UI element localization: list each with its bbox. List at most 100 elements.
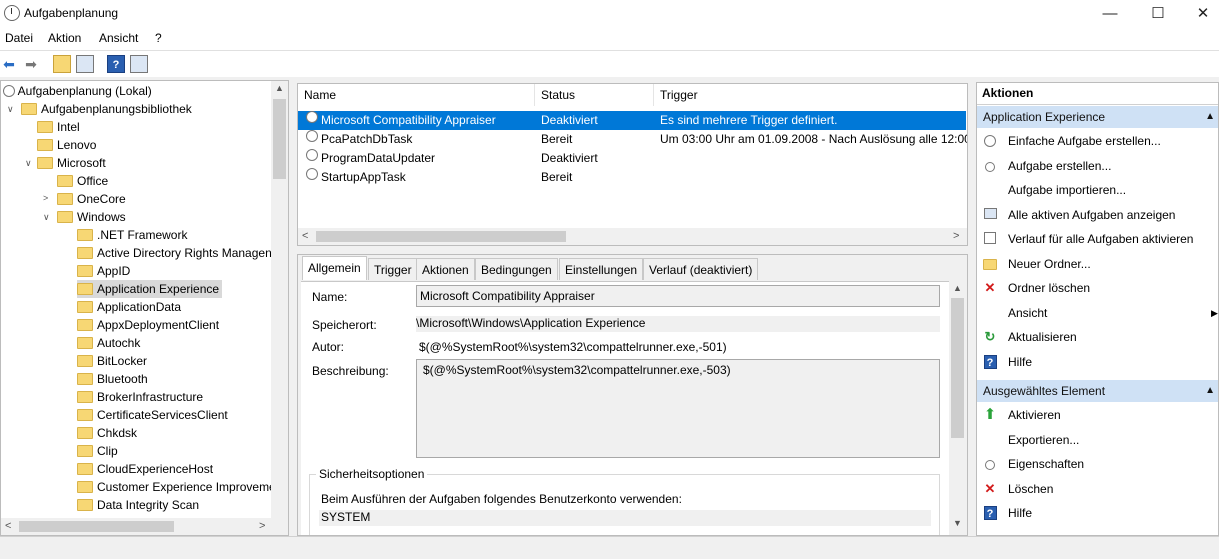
- menu-aktion[interactable]: Aktion: [48, 31, 81, 45]
- minimize-button[interactable]: —: [1087, 0, 1133, 28]
- chevron-left-icon[interactable]: <: [5, 520, 11, 532]
- action-item[interactable]: Aufgabe importieren...: [977, 178, 1218, 202]
- tree-item[interactable]: ApplicationData: [77, 298, 184, 316]
- scrollbar-thumb[interactable]: [316, 231, 566, 242]
- show-hide-action-pane-icon[interactable]: [130, 55, 148, 73]
- name-field[interactable]: Microsoft Compatibility Appraiser: [416, 285, 940, 307]
- menu-datei[interactable]: Datei: [5, 31, 33, 45]
- action-item[interactable]: ↻ Aktualisieren: [977, 325, 1218, 349]
- details-vertical-scrollbar[interactable]: ▲ ▼: [949, 281, 966, 535]
- tree-horizontal-scrollbar[interactable]: < >: [1, 518, 288, 535]
- task-row[interactable]: Microsoft Compatibility Appraiser Deakti…: [298, 111, 966, 130]
- task-list-horizontal-scrollbar[interactable]: < >: [298, 228, 967, 245]
- tree-item[interactable]: Office: [57, 172, 111, 190]
- chevron-down-icon[interactable]: ∨: [43, 212, 50, 223]
- tab-2[interactable]: Aktionen: [416, 258, 475, 280]
- menu-ansicht[interactable]: Ansicht: [99, 31, 138, 45]
- basic-task-icon: [983, 134, 997, 148]
- chevron-up-icon[interactable]: ▲: [275, 83, 284, 93]
- section-application-experience[interactable]: Application Experience ▲: [977, 106, 1218, 128]
- tree-item[interactable]: Lenovo: [37, 136, 99, 154]
- tree-item[interactable]: Application Experience: [77, 280, 223, 298]
- chevron-down-icon[interactable]: ∨: [25, 158, 32, 169]
- user-account-field: SYSTEM: [319, 510, 931, 526]
- tree-item[interactable]: Chkdsk: [77, 424, 140, 442]
- forward-arrow-icon[interactable]: ➡: [22, 55, 40, 73]
- tree-item[interactable]: AppID: [77, 262, 133, 280]
- actions-header: Aktionen: [977, 83, 1218, 105]
- show-hide-tree-icon[interactable]: [76, 55, 94, 73]
- task-row[interactable]: StartupAppTask Bereit: [298, 168, 966, 187]
- scrollbar-thumb[interactable]: [273, 99, 286, 179]
- tree-item[interactable]: CloudExperienceHost: [77, 460, 216, 478]
- tree-item[interactable]: Bluetooth: [77, 370, 151, 388]
- action-item[interactable]: Alle aktiven Aufgaben anzeigen: [977, 203, 1218, 227]
- action-item[interactable]: Neuer Ordner...: [977, 252, 1218, 276]
- task-row[interactable]: PcaPatchDbTask Bereit Um 03:00 Uhr am 01…: [298, 130, 967, 149]
- tree-item[interactable]: BrokerInfrastructure: [77, 388, 206, 406]
- tab-0[interactable]: Allgemein: [302, 256, 367, 280]
- chevron-down-icon[interactable]: ∨: [7, 104, 14, 115]
- tree-item[interactable]: CertificateServicesClient: [77, 406, 231, 424]
- scrollbar-thumb[interactable]: [951, 298, 964, 438]
- action-item[interactable]: Ansicht ▶: [977, 301, 1218, 325]
- column-header-status[interactable]: Status: [535, 84, 654, 106]
- task-trigger: Es sind mehrere Trigger definiert.: [660, 113, 838, 127]
- close-button[interactable]: ✕: [1180, 0, 1219, 28]
- tab-3[interactable]: Bedingungen: [475, 258, 558, 280]
- tree-root[interactable]: Aufgabenplanung (Lokal): [3, 82, 152, 100]
- maximize-button[interactable]: ☐: [1135, 0, 1181, 28]
- folder-icon: [77, 247, 93, 259]
- task-row[interactable]: ProgramDataUpdater Deaktiviert: [298, 149, 966, 168]
- chevron-right-icon[interactable]: >: [953, 230, 959, 242]
- tree-item[interactable]: .NET Framework: [77, 226, 190, 244]
- up-folder-icon[interactable]: [53, 55, 71, 73]
- tree-item[interactable]: Data Integrity Scan: [77, 496, 202, 514]
- collapse-icon[interactable]: ▲: [1205, 106, 1215, 128]
- action-item[interactable]: Eigenschaften: [977, 452, 1218, 476]
- section-selected-item[interactable]: Ausgewähltes Element ▲: [977, 380, 1218, 402]
- tree-item[interactable]: Intel: [37, 118, 83, 136]
- help-icon: ?: [983, 354, 997, 369]
- column-header-trigger[interactable]: Trigger: [654, 84, 967, 106]
- task-status: Bereit: [541, 170, 573, 184]
- action-item[interactable]: Aufgabe erstellen...: [977, 154, 1218, 178]
- tab-4[interactable]: Einstellungen: [559, 258, 644, 280]
- action-item[interactable]: ? Hilfe: [977, 501, 1218, 525]
- location-label: Speicherort:: [312, 318, 377, 332]
- chevron-right-icon[interactable]: >: [259, 520, 265, 532]
- tree-item-library[interactable]: Aufgabenplanungsbibliothek: [21, 100, 192, 118]
- folder-icon: [77, 499, 93, 511]
- action-item[interactable]: Exportieren...: [977, 428, 1218, 452]
- tab-5[interactable]: Verlauf (deaktiviert): [643, 258, 759, 280]
- tree-item[interactable]: OneCore: [57, 190, 129, 208]
- menu-help[interactable]: ?: [155, 31, 162, 45]
- tree-item[interactable]: BitLocker: [77, 352, 150, 370]
- action-item[interactable]: Einfache Aufgabe erstellen...: [977, 129, 1218, 153]
- chevron-left-icon[interactable]: <: [302, 230, 308, 242]
- folder-icon: [77, 265, 93, 277]
- chevron-up-icon[interactable]: ▲: [953, 283, 962, 293]
- chevron-right-icon[interactable]: >: [43, 193, 48, 203]
- scrollbar-thumb[interactable]: [19, 521, 174, 532]
- chevron-down-icon[interactable]: ▼: [953, 518, 962, 528]
- collapse-icon[interactable]: ▲: [1205, 380, 1215, 402]
- tree-item[interactable]: Customer Experience Improveme: [77, 478, 279, 496]
- action-item[interactable]: ✕ Ordner löschen: [977, 276, 1218, 300]
- tree-item[interactable]: AppxDeploymentClient: [77, 316, 222, 334]
- action-item[interactable]: Verlauf für alle Aufgaben aktivieren: [977, 227, 1218, 251]
- tree-item[interactable]: Autochk: [77, 334, 143, 352]
- tree-item[interactable]: Active Directory Rights Managen: [77, 244, 275, 262]
- tree-item[interactable]: Windows: [57, 208, 129, 226]
- column-header-name[interactable]: Name: [298, 84, 535, 106]
- tree-item[interactable]: Microsoft: [37, 154, 109, 172]
- tree-vertical-scrollbar[interactable]: ▲: [271, 81, 288, 518]
- action-item[interactable]: ⬆ Aktivieren: [977, 403, 1218, 427]
- back-arrow-icon[interactable]: ⬅: [0, 55, 18, 73]
- action-item[interactable]: ✕ Löschen: [977, 477, 1218, 501]
- action-item[interactable]: ? Hilfe: [977, 350, 1218, 374]
- tree-item[interactable]: Clip: [77, 442, 121, 460]
- description-field[interactable]: $(@%SystemRoot%\system32\compattelrunner…: [416, 359, 940, 458]
- help-icon[interactable]: ?: [107, 55, 125, 73]
- tab-1[interactable]: Trigger: [368, 258, 418, 280]
